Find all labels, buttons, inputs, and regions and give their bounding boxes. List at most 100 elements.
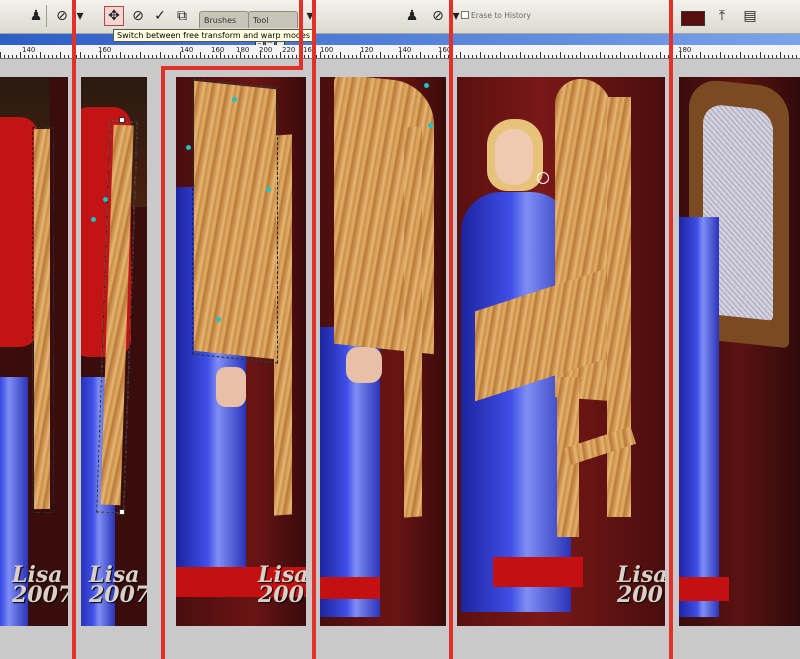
ruler-tick	[636, 55, 637, 58]
ruler-tick	[328, 55, 329, 58]
tab-brushes[interactable]: Brushes	[199, 11, 249, 28]
ruler-tick	[680, 52, 681, 58]
ruler-tick	[456, 55, 457, 58]
erase-to-history-label: Erase to History	[471, 11, 531, 20]
ruler-tick	[624, 55, 625, 58]
brush-tool-icon[interactable]: ♟	[402, 6, 422, 26]
ruler-tick	[496, 55, 497, 58]
warp-mesh[interactable]	[192, 78, 278, 364]
ruler-tick	[40, 52, 41, 58]
ruler-tick	[656, 55, 657, 58]
ruler-tick	[220, 52, 221, 58]
ruler-tick	[180, 52, 181, 58]
ruler-tick	[212, 55, 213, 58]
tooltip: Switch between free transform and warp m…	[113, 29, 315, 42]
ruler-tick	[224, 55, 225, 58]
ruler-tick	[376, 55, 377, 58]
ruler-tick	[260, 52, 261, 58]
ruler-tick	[136, 55, 137, 58]
ruler-tick	[556, 55, 557, 58]
dress	[679, 217, 719, 617]
ruler-tick	[784, 55, 785, 58]
ruler-tick	[264, 55, 265, 58]
ruler-tick	[208, 55, 209, 58]
ruler-tick	[364, 55, 365, 58]
ruler-tick	[76, 55, 77, 58]
warp-control-point[interactable]	[428, 123, 433, 128]
ruler-tick	[692, 55, 693, 58]
ruler-tick	[48, 55, 49, 58]
warp-control-point[interactable]	[424, 83, 429, 88]
ruler-ticks	[0, 45, 800, 58]
ruler-tick	[464, 55, 465, 58]
ruler-tick	[216, 55, 217, 58]
puppet-warp-icon[interactable]: ♟	[26, 6, 46, 26]
warp-control-point[interactable]	[266, 187, 271, 192]
ruler-tick	[588, 55, 589, 58]
ruler-tick	[580, 52, 581, 58]
ruler-tick	[228, 55, 229, 58]
ruler-tick	[592, 55, 593, 58]
palette-icon[interactable]: ▤	[740, 6, 760, 26]
ruler-tick	[532, 55, 533, 58]
ruler-tick	[172, 55, 173, 58]
signature: Lisa 2007	[12, 562, 68, 608]
ruler-tick	[132, 55, 133, 58]
ruler-tick	[696, 55, 697, 58]
ruler-tick	[184, 55, 185, 58]
color-swatch[interactable]	[681, 11, 705, 26]
ruler-tick	[252, 55, 253, 58]
ruler-tick	[676, 55, 677, 58]
ruler-tick	[796, 55, 797, 58]
ruler-tick	[572, 55, 573, 58]
warp-control-point[interactable]	[91, 217, 96, 222]
ruler-tick	[248, 55, 249, 58]
cancel-icon[interactable]: ⊘	[52, 6, 72, 26]
tab-tool-presets[interactable]: Tool Presets	[248, 11, 298, 42]
warp-control-point[interactable]	[186, 145, 191, 150]
divider-line	[312, 0, 316, 659]
face	[495, 129, 533, 185]
ruler-tick	[344, 55, 345, 58]
dress-hem	[679, 577, 729, 601]
signature: Lisa 2007	[89, 562, 147, 608]
ruler-tick	[740, 52, 741, 58]
ruler-tick	[236, 55, 237, 58]
ruler-tick	[412, 55, 413, 58]
selection-marquee[interactable]	[32, 127, 54, 513]
transform-handle[interactable]	[119, 117, 125, 123]
ruler-tick	[792, 55, 793, 58]
chevron-down-icon[interactable]: ▾	[300, 6, 320, 26]
mode-icon[interactable]: ⊘	[428, 6, 448, 26]
ruler-tick	[372, 55, 373, 58]
erase-to-history-checkbox[interactable]	[461, 11, 469, 19]
warp-control-point[interactable]	[103, 197, 108, 202]
ruler-tick	[320, 52, 321, 58]
dress-hem	[493, 557, 583, 587]
ruler-tick	[64, 55, 65, 58]
hands	[346, 347, 382, 383]
ruler-tick	[272, 55, 273, 58]
warp-mode-toggle-icon[interactable]: ✥	[104, 6, 124, 26]
ruler-tick	[124, 55, 125, 58]
ruler-tick	[140, 52, 141, 58]
ruler-tick	[112, 55, 113, 58]
cancel-transform-icon[interactable]: ⊘	[128, 6, 148, 26]
warp-control-point[interactable]	[232, 97, 237, 102]
transform-mode-icon[interactable]: ⧉	[172, 6, 192, 26]
ruler-tick	[700, 52, 701, 58]
ruler-tick	[8, 55, 9, 58]
brush-icon[interactable]: ⤒	[712, 6, 732, 26]
ruler-tick	[396, 55, 397, 58]
ruler-tick	[324, 55, 325, 58]
brush-cursor	[537, 172, 549, 184]
ruler-tick	[480, 52, 481, 58]
transform-handle[interactable]	[119, 509, 125, 515]
ruler-tick	[196, 55, 197, 58]
commit-icon[interactable]: ✓	[150, 6, 170, 26]
ruler-tick	[32, 55, 33, 58]
warp-control-point[interactable]	[216, 317, 221, 322]
ruler-tick	[720, 52, 721, 58]
ruler-tick	[772, 55, 773, 58]
ruler-tick	[108, 55, 109, 58]
